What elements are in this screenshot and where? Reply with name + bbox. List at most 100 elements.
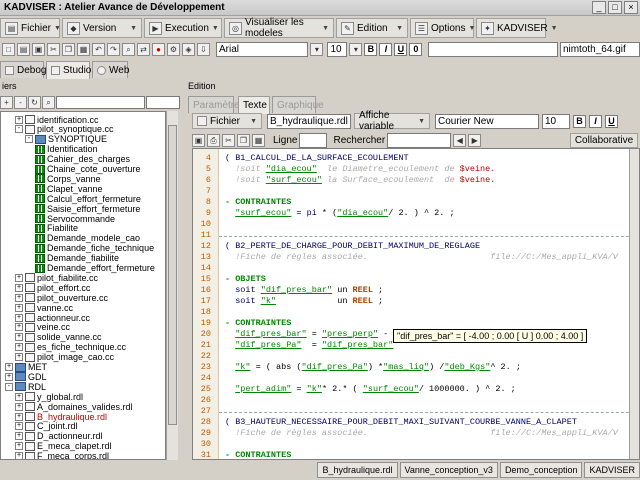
- underline-button[interactable]: U: [605, 114, 618, 128]
- compile-icon[interactable]: ⚙: [167, 43, 180, 56]
- tree-filter-select[interactable]: [145, 96, 180, 109]
- expand-toggle-icon[interactable]: +: [15, 273, 23, 282]
- expand-toggle-icon[interactable]: +: [15, 293, 23, 302]
- image-filename-field[interactable]: nimtoth_64.gif: [559, 42, 640, 57]
- code-editor[interactable]: 4 ( B1_CALCUL_DE_LA_SURFACE_ECOULEMENT 5 !…: [192, 148, 640, 460]
- tree-item[interactable]: + F_meca_corps.rdl: [15, 451, 109, 459]
- italic-button[interactable]: I: [589, 114, 602, 128]
- tab-debogueur[interactable]: Debogueur: [0, 61, 66, 78]
- prev-icon[interactable]: ◀: [453, 133, 467, 147]
- menu-kadviser[interactable]: ✦ KADVISER ▼: [476, 18, 558, 38]
- editor-size-select[interactable]: 10: [542, 113, 570, 129]
- redo-icon[interactable]: ↷: [107, 43, 120, 56]
- save-icon[interactable]: ▣: [192, 133, 205, 147]
- expand-toggle-icon[interactable]: +: [15, 303, 23, 312]
- expand-icon[interactable]: +: [0, 96, 13, 109]
- expand-toggle-icon[interactable]: +: [15, 333, 23, 342]
- chevron-down-icon[interactable]: ▾: [310, 43, 324, 56]
- chevron-down-icon[interactable]: ▾: [349, 43, 363, 56]
- collaborative-button[interactable]: Collaborative: [570, 132, 638, 148]
- line-number: 8: [205, 197, 211, 207]
- expand-toggle-icon[interactable]: +: [5, 372, 13, 381]
- expand-toggle-icon[interactable]: +: [15, 323, 23, 332]
- affiche-variable-button[interactable]: Affiche variable ▼: [354, 110, 430, 132]
- menu-execution[interactable]: ▶ Execution ▼: [144, 18, 222, 38]
- file-icon: [25, 451, 35, 459]
- file-icon: [25, 412, 35, 421]
- expand-toggle-icon[interactable]: +: [15, 402, 23, 411]
- replace-icon[interactable]: ⇄: [137, 43, 150, 56]
- tab-parametres[interactable]: Paramètres: [188, 96, 245, 113]
- find-icon[interactable]: ⌕: [122, 43, 135, 56]
- expand-toggle-icon[interactable]: +: [15, 442, 23, 451]
- line-number-input[interactable]: [299, 132, 328, 148]
- file-icon: [25, 303, 35, 313]
- expand-toggle-icon[interactable]: +: [15, 412, 23, 421]
- minimize-button[interactable]: _: [592, 1, 606, 14]
- new-icon[interactable]: □: [2, 43, 15, 56]
- export-icon[interactable]: ⇩: [197, 43, 210, 56]
- search-icon[interactable]: ⌕: [42, 96, 55, 109]
- editor-font-select[interactable]: Courier New: [435, 113, 539, 129]
- expand-toggle-icon[interactable]: +: [15, 353, 23, 362]
- italic-button[interactable]: I: [379, 43, 393, 56]
- maximize-button[interactable]: □: [608, 1, 622, 14]
- bullet-button[interactable]: 0: [409, 43, 423, 56]
- expand-toggle-icon[interactable]: +: [15, 422, 23, 431]
- bold-button[interactable]: B: [364, 43, 378, 56]
- expand-toggle-icon[interactable]: +: [15, 283, 23, 292]
- copy-icon[interactable]: ❐: [62, 43, 75, 56]
- tab-web[interactable]: Web: [92, 61, 129, 78]
- expand-toggle-icon[interactable]: +: [15, 115, 23, 124]
- line-number: 23: [200, 362, 211, 372]
- search-input[interactable]: [387, 132, 452, 148]
- file-icon: [25, 441, 35, 451]
- paste-icon[interactable]: ▦: [77, 43, 90, 56]
- save-icon[interactable]: ▣: [32, 43, 45, 56]
- debug-icon[interactable]: ◈: [182, 43, 195, 56]
- refresh-icon[interactable]: ↻: [28, 96, 41, 109]
- menu-visualiser[interactable]: ◎ Visualiser les modeles ▼: [224, 17, 334, 39]
- menu-edition[interactable]: ✎ Edition ▼: [336, 18, 408, 38]
- left-pane: iers + - ↻ ⌕ + identification.cc - pilot_sy…: [0, 80, 180, 460]
- bold-button[interactable]: B: [573, 114, 586, 128]
- tab-graphique[interactable]: Graphique: [272, 96, 324, 113]
- menu-options[interactable]: ☰ Options ▼: [410, 18, 475, 38]
- expand-toggle-icon[interactable]: -: [5, 382, 13, 391]
- paste-icon[interactable]: ▦: [252, 133, 265, 147]
- menu-fichier[interactable]: ▤ Fichier ▼: [0, 18, 61, 38]
- expand-toggle-icon[interactable]: +: [5, 363, 13, 371]
- expand-toggle-icon[interactable]: +: [15, 343, 23, 352]
- cut-icon[interactable]: ✂: [222, 133, 235, 147]
- expand-toggle-icon[interactable]: +: [15, 313, 23, 322]
- font-select[interactable]: Arial: [216, 42, 309, 57]
- left-pane-header: iers: [2, 81, 17, 91]
- open-icon[interactable]: ▤: [17, 43, 30, 56]
- tab-studio[interactable]: Studio: [46, 61, 91, 79]
- editor-scrollbar[interactable]: [629, 149, 639, 459]
- expand-toggle-icon[interactable]: +: [15, 452, 23, 459]
- print-icon[interactable]: ⎙: [207, 133, 220, 147]
- view-icon: ◎: [229, 21, 242, 35]
- tree-scrollbar[interactable]: [166, 111, 178, 460]
- underline-button[interactable]: U: [394, 43, 408, 56]
- stop-icon[interactable]: ●: [152, 43, 165, 56]
- expand-toggle-icon[interactable]: -: [25, 135, 33, 144]
- text-input[interactable]: [428, 42, 558, 57]
- line-number: 28: [200, 417, 211, 427]
- file-icon: [25, 332, 35, 342]
- copy-icon[interactable]: ❐: [237, 133, 250, 147]
- font-size-select[interactable]: 10: [327, 42, 348, 57]
- expand-toggle-icon[interactable]: +: [15, 392, 23, 401]
- file-field[interactable]: B_hydraulique.rdl: [267, 113, 351, 129]
- undo-icon[interactable]: ↶: [92, 43, 105, 56]
- collapse-icon[interactable]: -: [14, 96, 27, 109]
- tree-filter-input[interactable]: [56, 96, 145, 109]
- close-button[interactable]: ×: [624, 1, 638, 14]
- fichier-button[interactable]: Fichier ▼: [192, 113, 262, 129]
- menu-version[interactable]: ◆ Version ▼: [62, 18, 142, 38]
- next-icon[interactable]: ▶: [468, 133, 482, 147]
- cut-icon[interactable]: ✂: [47, 43, 60, 56]
- expand-toggle-icon[interactable]: -: [15, 125, 23, 134]
- expand-toggle-icon[interactable]: +: [15, 432, 23, 441]
